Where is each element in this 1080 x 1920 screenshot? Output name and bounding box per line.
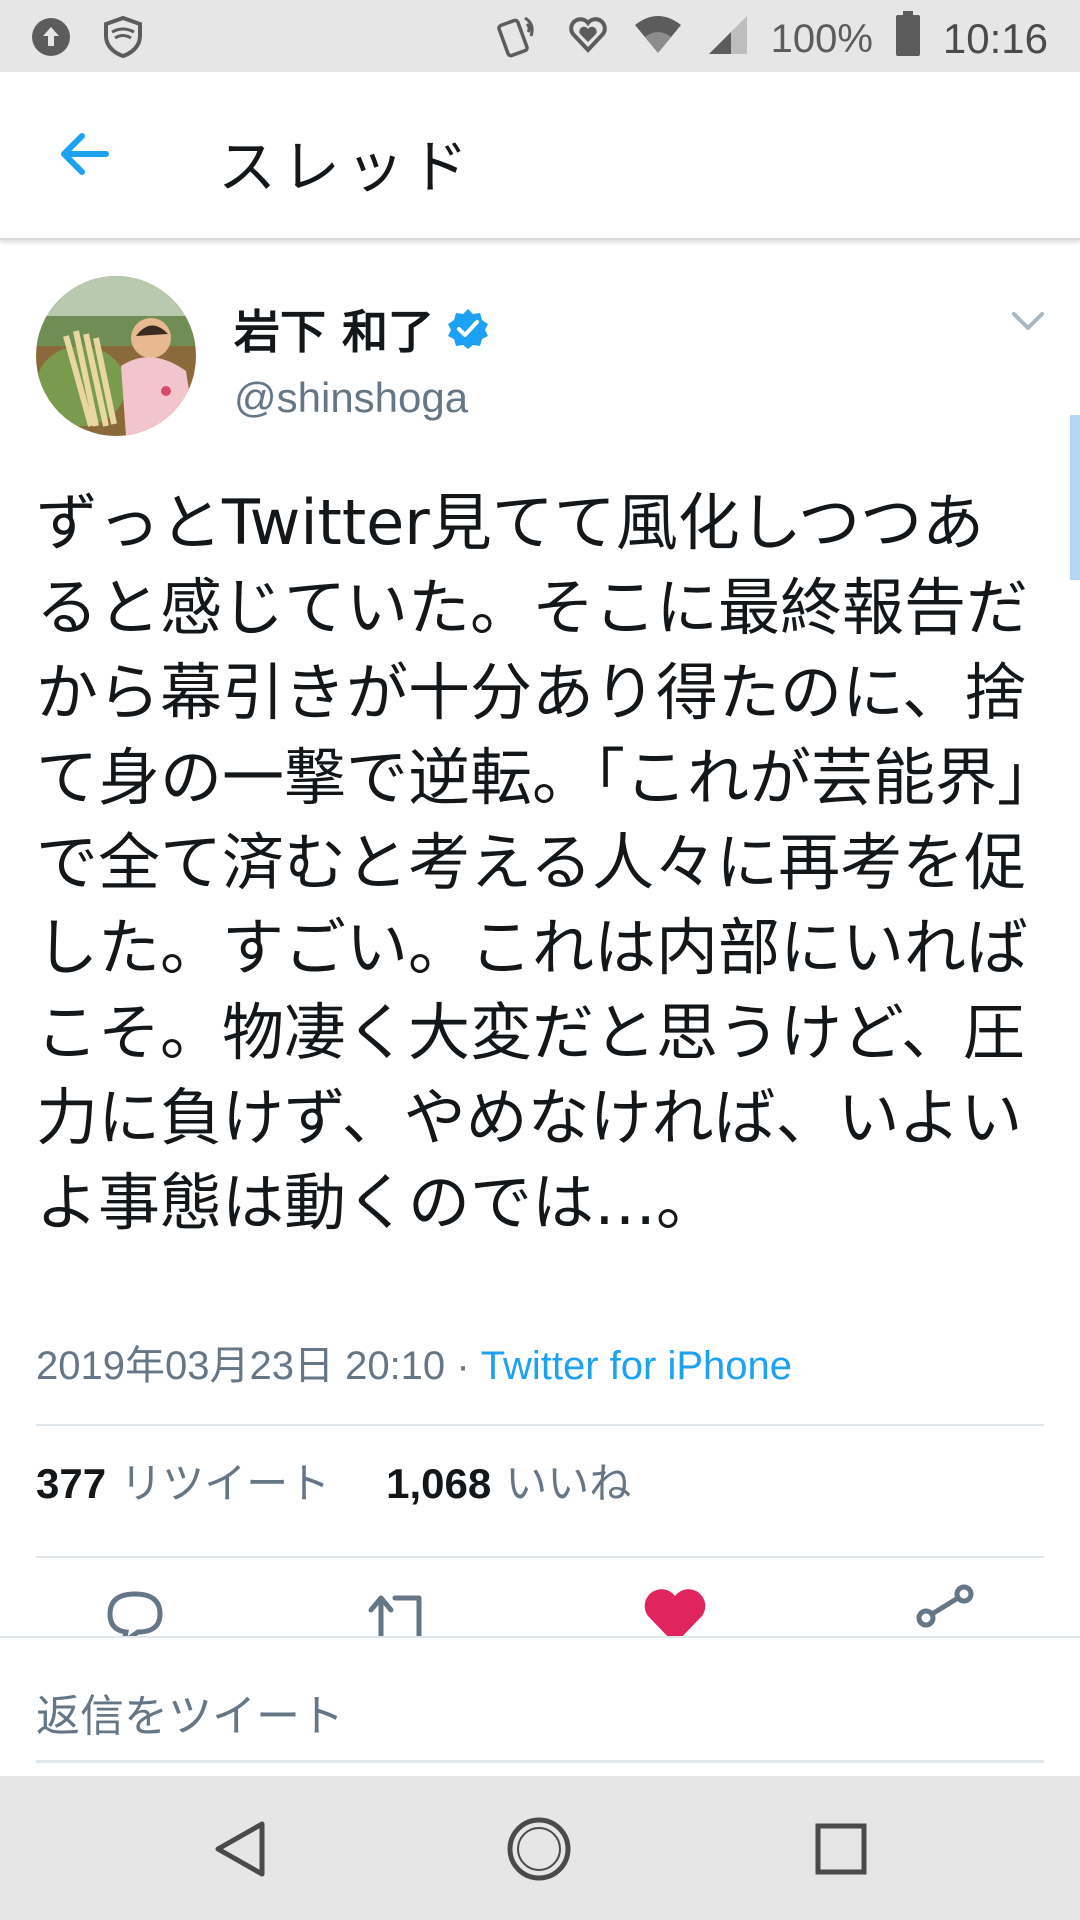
system-nav-bar	[0, 1776, 1080, 1920]
upload-notification-icon	[30, 16, 72, 62]
meta-separator: ·	[456, 1344, 470, 1388]
like-count[interactable]: 1,068	[386, 1460, 491, 1508]
retweet-label[interactable]: リツイート	[120, 1450, 330, 1511]
tweet-stats: 377 リツイート 1,068 いいね	[36, 1450, 631, 1511]
battery-icon	[895, 11, 921, 67]
divider	[36, 1556, 1044, 1558]
tweet-source-link[interactable]: Twitter for iPhone	[481, 1344, 792, 1388]
page-title: スレッド	[218, 133, 475, 201]
chevron-down-icon[interactable]	[1008, 302, 1048, 342]
tweet-meta: 2019年03月23日 20:10 · Twitter for iPhone	[36, 1333, 792, 1391]
nav-back-icon[interactable]	[206, 1814, 276, 1884]
author-name-text: 岩下 和了	[234, 305, 435, 359]
app-header: スレッド	[0, 72, 1080, 240]
wifi-icon	[633, 11, 683, 67]
reply-bar: 返信をツイート	[0, 1636, 1080, 1778]
nav-home-icon[interactable]	[504, 1814, 574, 1884]
nfc-phone-icon	[496, 10, 543, 68]
shield-icon	[100, 14, 146, 64]
author-handle[interactable]: @shinshoga	[234, 374, 468, 422]
battery-percent: 100%	[770, 16, 873, 61]
author-name[interactable]: 岩下 和了	[234, 296, 490, 362]
tweet-text: ずっとTwitter見てて風化しつつあると感じていた。そこに最終報告だから幕引き…	[36, 486, 1029, 1239]
verified-badge-icon	[446, 307, 490, 351]
reply-input[interactable]: 返信をツイート	[36, 1680, 344, 1744]
clock: 10:16	[942, 15, 1048, 62]
retweet-count[interactable]: 377	[36, 1460, 106, 1508]
back-arrow-icon[interactable]	[54, 124, 114, 184]
tweet-timestamp: 2019年03月23日 20:10	[36, 1344, 446, 1388]
status-bar: 100% 10:16	[0, 0, 1080, 72]
signal-icon	[705, 12, 749, 66]
avatar[interactable]	[36, 276, 196, 436]
heart-shield-icon	[565, 10, 611, 68]
nav-recents-icon[interactable]	[806, 1814, 876, 1884]
scrollbar[interactable]	[1070, 415, 1080, 580]
like-label[interactable]: いいね	[505, 1450, 631, 1511]
reply-underline	[36, 1760, 1044, 1763]
divider	[36, 1424, 1044, 1426]
